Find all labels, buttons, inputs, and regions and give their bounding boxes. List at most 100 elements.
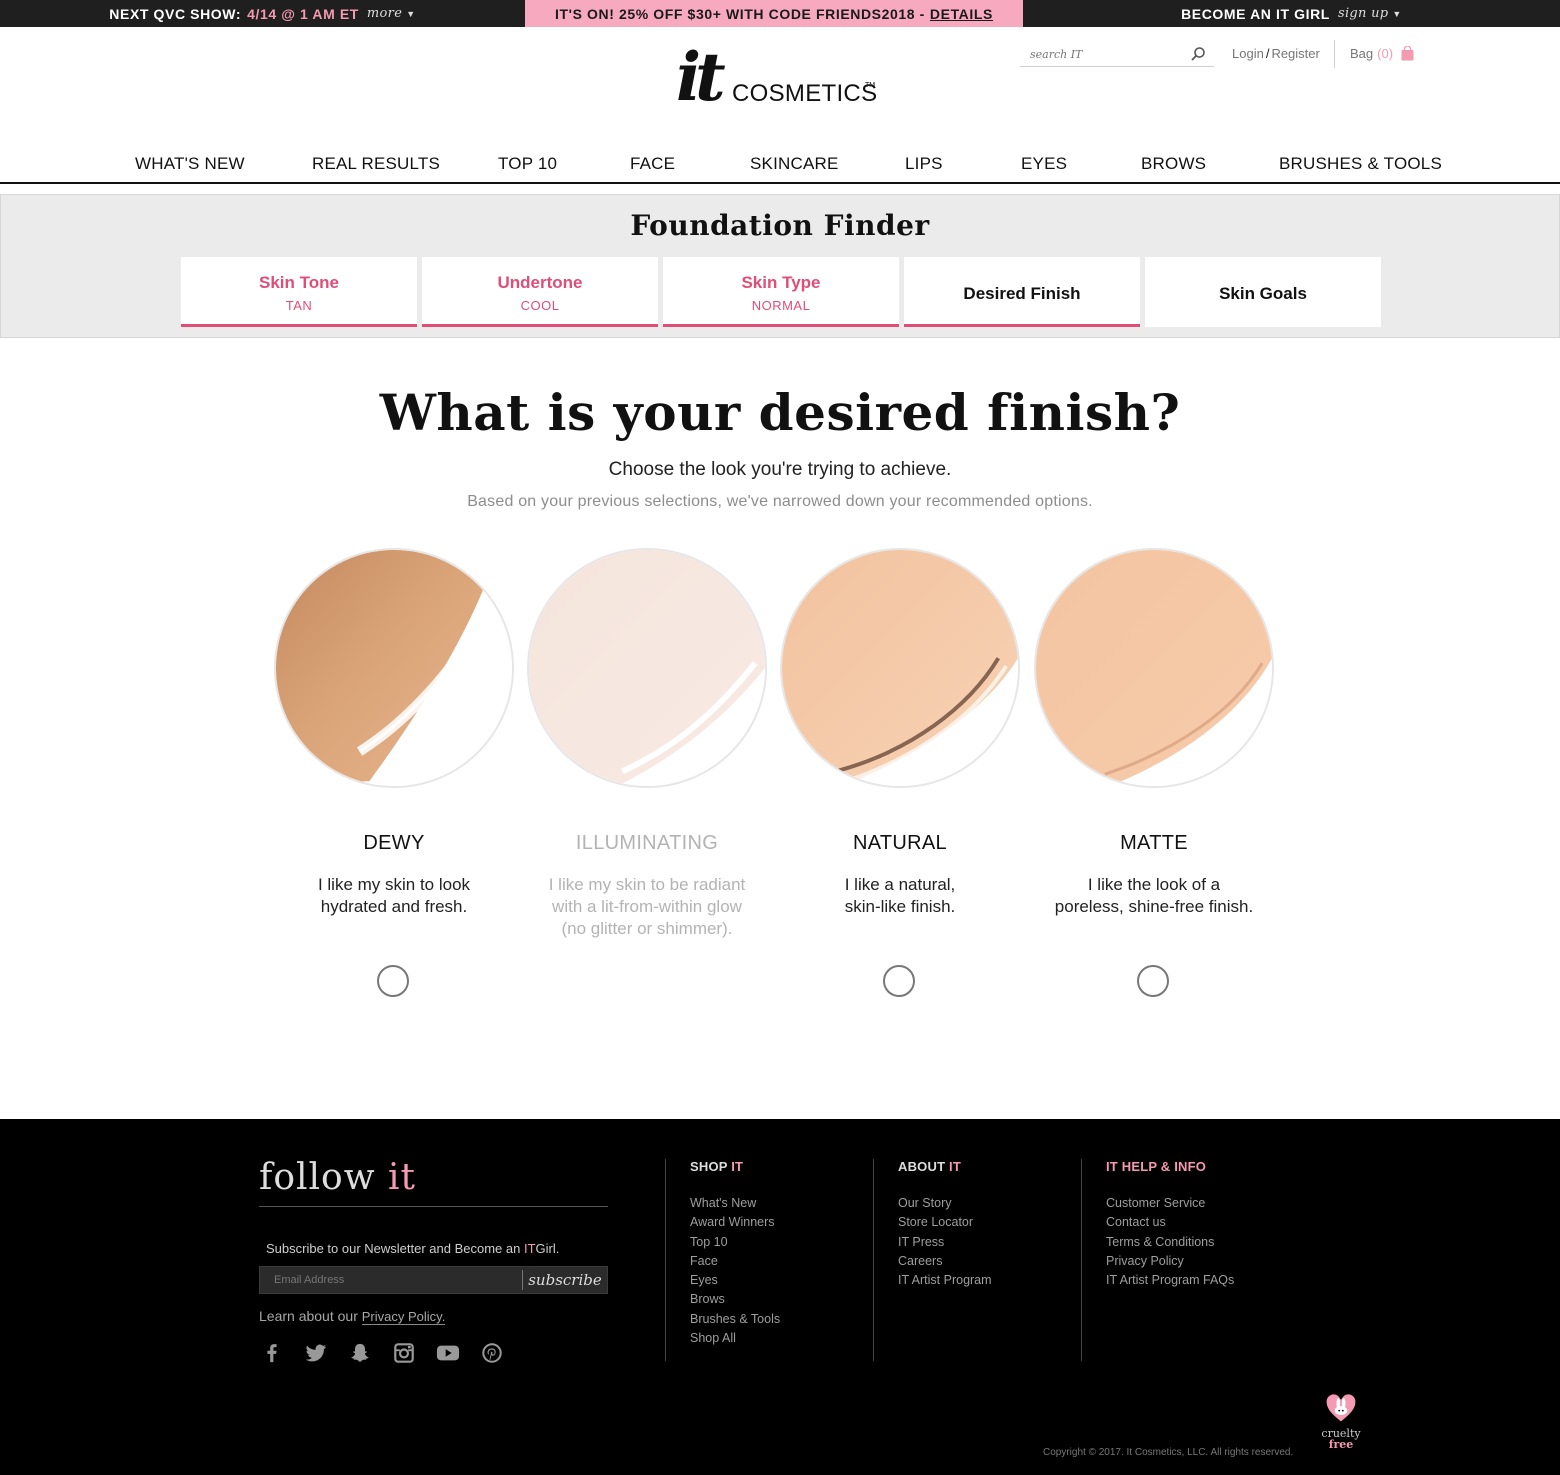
nav-brushes-tools[interactable]: BRUSHES & TOOLS — [1279, 154, 1442, 174]
illuminating-swatch-image — [527, 548, 767, 788]
desc-line: poreless, shine-free finish. — [1054, 897, 1254, 916]
youtube-icon[interactable] — [435, 1341, 461, 1365]
step-value: TAN — [285, 298, 313, 313]
option-description: I like the look of a poreless, shine-fre… — [1034, 874, 1274, 918]
search-input[interactable] — [1020, 43, 1180, 65]
footer-column-divider — [665, 1159, 666, 1361]
header-divider — [1334, 40, 1335, 68]
login-link[interactable]: Login — [1232, 46, 1264, 61]
footer-link[interactable]: Brows — [690, 1290, 780, 1309]
login-separator: / — [1265, 46, 1270, 61]
footer-link[interactable]: Customer Service — [1106, 1194, 1234, 1213]
finish-option-dewy[interactable]: DEWY I like my skin to look hydrated and… — [274, 548, 514, 1008]
sale-banner: It's on! 25% off $30+ with code FRIENDS2… — [525, 0, 1023, 27]
desc-line: (no glitter or shimmer). — [561, 919, 733, 938]
step-value: COOL — [520, 298, 560, 313]
shopping-bag-icon — [1401, 45, 1414, 61]
copyright-text: Copyright © 2017. It Cosmetics, LLC. All… — [1043, 1447, 1294, 1458]
sale-details-link[interactable]: Details — [930, 6, 993, 22]
finish-option-matte[interactable]: MATTE I like the look of a poreless, shi… — [1034, 548, 1274, 1008]
caret-down-icon: ▼ — [1392, 8, 1402, 19]
finish-option-illuminating: ILLUMINATING I like my skin to be radian… — [527, 548, 767, 1008]
step-skin-goals[interactable]: Skin Goals — [1145, 257, 1381, 327]
footer-link[interactable]: Top 10 — [690, 1233, 780, 1252]
subscribe-button[interactable]: subscribe — [523, 1267, 607, 1293]
option-name: NATURAL — [853, 832, 947, 854]
matte-radio[interactable] — [1137, 965, 1169, 997]
footer-link[interactable]: IT Artist Program FAQs — [1106, 1271, 1234, 1290]
dewy-radio[interactable] — [377, 965, 409, 997]
step-undertone[interactable]: Undertone COOL — [422, 257, 658, 327]
footer-link[interactable]: IT Artist Program — [898, 1271, 992, 1290]
footer-link[interactable]: Store Locator — [898, 1213, 992, 1232]
nav-skincare[interactable]: SKINCARE — [750, 154, 839, 174]
sign-up-link[interactable]: sign up — [1338, 6, 1388, 21]
it-girl-banner[interactable]: Become an IT Girl sign up ▼ — [1023, 0, 1560, 27]
promo-bar: Next QVC Show: 4/14 @ 1 AM ET more ▼ It'… — [0, 0, 1560, 27]
question-title: What is your desired finish? — [379, 383, 1181, 442]
pinterest-icon[interactable] — [479, 1341, 505, 1365]
twitter-icon[interactable] — [303, 1341, 329, 1365]
privacy-policy-link[interactable]: Privacy Policy. — [361, 1309, 446, 1325]
nav-real-results[interactable]: REAL RESULTS — [312, 154, 440, 174]
nav-whats-new[interactable]: WHAT'S NEW — [135, 154, 245, 174]
desc-line: hydrated and fresh. — [320, 897, 468, 916]
step-desired-finish[interactable]: Desired Finish — [904, 257, 1140, 327]
nav-brows[interactable]: BROWS — [1141, 154, 1206, 174]
footer-column-divider — [873, 1159, 874, 1361]
account-links: Login / Register — [1232, 46, 1320, 61]
footer-link[interactable]: IT Press — [898, 1233, 992, 1252]
step-skin-tone[interactable]: Skin Tone TAN — [181, 257, 417, 327]
footer-link[interactable]: Careers — [898, 1252, 992, 1271]
logo-it-text: it — [676, 38, 726, 116]
footer-link[interactable]: Eyes — [690, 1271, 780, 1290]
column-title-text: ABOUT — [898, 1159, 946, 1174]
option-description: I like my skin to be radiant with a lit-… — [527, 874, 767, 940]
step-skin-type[interactable]: Skin Type NORMAL — [663, 257, 899, 327]
footer-link[interactable]: Brushes & Tools — [690, 1310, 780, 1329]
finish-option-natural[interactable]: NATURAL I like a natural, skin-like fini… — [780, 548, 1020, 1008]
footer-link[interactable]: What's New — [690, 1194, 780, 1213]
nav-face[interactable]: FACE — [630, 154, 675, 174]
footer-divider — [259, 1206, 608, 1207]
qvc-date: 4/14 @ 1 AM ET — [247, 5, 359, 22]
footer-link[interactable]: Award Winners — [690, 1213, 780, 1232]
social-links — [259, 1341, 505, 1365]
option-name: MATTE — [1120, 832, 1188, 854]
search-icon[interactable] — [1190, 46, 1206, 62]
step-label: Skin Type — [741, 273, 821, 292]
instagram-icon[interactable] — [391, 1341, 417, 1365]
footer-column-shop: SHOP IT What's New Award Winners Top 10 … — [690, 1159, 780, 1348]
footer-link[interactable]: Terms & Conditions — [1106, 1233, 1234, 1252]
qvc-show-banner[interactable]: Next QVC Show: 4/14 @ 1 AM ET more ▼ — [0, 0, 525, 27]
qvc-more-link[interactable]: more — [367, 6, 402, 21]
logo-trademark: TM — [865, 82, 876, 89]
column-title-it: IT — [731, 1159, 744, 1174]
option-description: I like a natural, skin-like finish. — [780, 874, 1020, 918]
snapchat-icon[interactable] — [347, 1341, 373, 1365]
cruelty-free-badge: cruelty free — [1318, 1389, 1364, 1455]
shopping-bag-link[interactable]: Bag (0) — [1350, 45, 1414, 61]
natural-radio[interactable] — [883, 965, 915, 997]
footer-link[interactable]: Our Story — [898, 1194, 992, 1213]
footer-link[interactable]: Face — [690, 1252, 780, 1271]
nav-top-10[interactable]: TOP 10 — [498, 154, 557, 174]
footer-link[interactable]: Contact us — [1106, 1213, 1234, 1232]
step-label: Skin Goals — [1219, 284, 1307, 303]
newsletter-text: Subscribe to our Newsletter and Become a… — [266, 1241, 559, 1256]
it-cosmetics-logo[interactable]: it COSMETICS TM — [676, 38, 877, 128]
privacy-pre: Learn about our — [259, 1308, 358, 1324]
column-title: SHOP IT — [690, 1159, 780, 1174]
nav-eyes[interactable]: EYES — [1021, 154, 1067, 174]
facebook-icon[interactable] — [259, 1341, 285, 1365]
email-field[interactable] — [260, 1267, 522, 1293]
desc-line: with a lit-from-within glow — [552, 897, 742, 916]
search-box — [1020, 43, 1214, 67]
option-description: I like my skin to look hydrated and fres… — [274, 874, 514, 918]
footer-link[interactable]: Privacy Policy — [1106, 1252, 1234, 1271]
register-link[interactable]: Register — [1271, 46, 1319, 61]
site-footer: follow it Subscribe to our Newsletter an… — [0, 1119, 1560, 1475]
nav-lips[interactable]: LIPS — [905, 154, 943, 174]
footer-link[interactable]: Shop All — [690, 1329, 780, 1348]
foundation-finder-steps: Foundation Finder Skin Tone TAN Underton… — [0, 194, 1560, 338]
